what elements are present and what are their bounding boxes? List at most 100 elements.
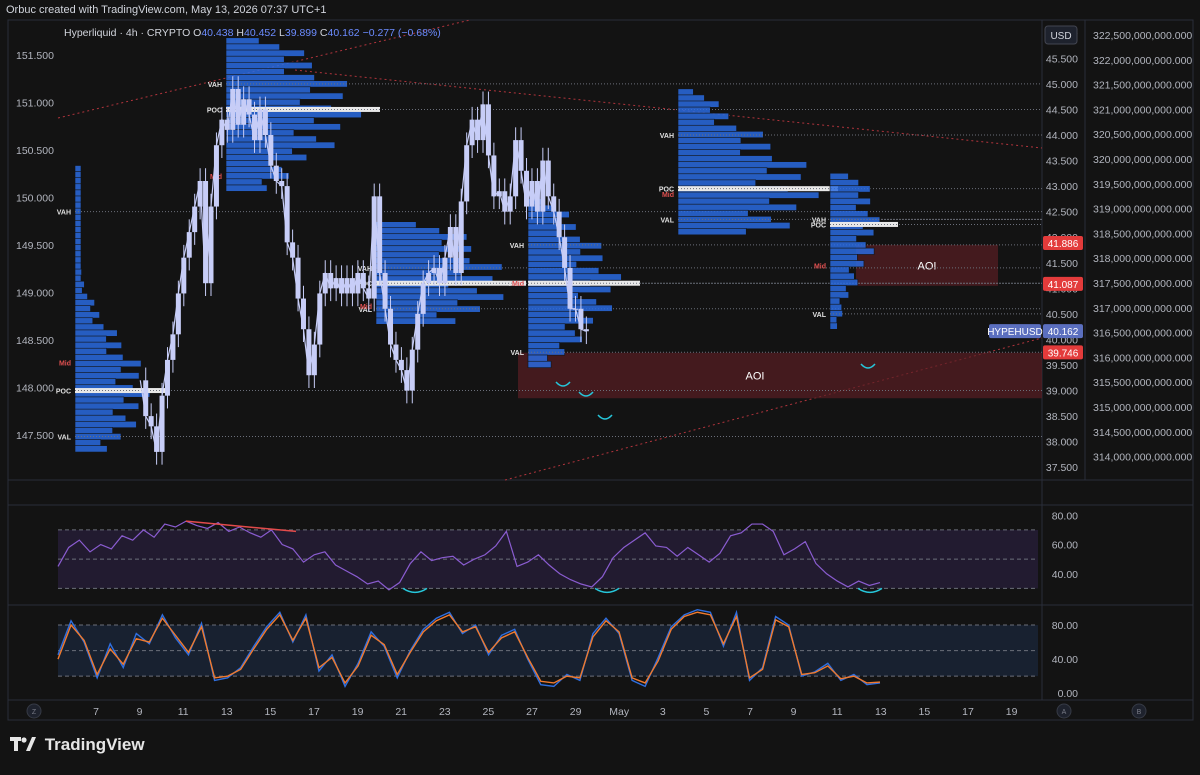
attribution-text: Orbuc created with TradingView.com, May … (6, 4, 327, 16)
far-axis-tick: 321,000,000,000.000 (1093, 104, 1192, 116)
val-tag: VAL (813, 312, 827, 319)
volume-profile-bar (74, 360, 142, 368)
axis-nav-label: A (1062, 709, 1067, 716)
candle-body (311, 344, 317, 376)
far-axis-tick: 316,500,000,000.000 (1093, 328, 1192, 340)
chart-root: AOI AOI VAH POC VAL Mid VAH POC Mid VAH POC VAL Mid V… (0, 0, 1200, 770)
poc-tag: POC (811, 222, 826, 229)
inner-axis-tick: 151.500 (16, 50, 54, 62)
time-tick: 25 (483, 706, 495, 718)
far-axis-tick: 314,000,000,000.000 (1093, 452, 1192, 464)
aoi-zone (518, 352, 1042, 399)
volume-profile-bar (677, 203, 797, 211)
volume-profile-bar (829, 185, 871, 193)
candle-body (246, 99, 252, 115)
volume-profile-bar (375, 299, 458, 307)
mid-tag: Mid (814, 263, 826, 270)
volume-profile-bar (74, 256, 82, 264)
volume-profile: VAHPOCMid (207, 37, 1042, 192)
inner-axis-tick: 150.500 (16, 145, 54, 157)
volume-profile-bar (74, 335, 107, 343)
candle-body (393, 344, 399, 360)
volume-profile-bar (677, 155, 773, 163)
stoch-tick: 80.00 (1052, 620, 1078, 632)
volume-profile-bar (829, 247, 875, 255)
axis-nav-label: B (1137, 709, 1142, 716)
inner-axis-tick: 148.000 (16, 383, 54, 395)
candle-body (567, 267, 573, 309)
candle-body (507, 196, 513, 212)
inner-axis-tick: 147.500 (16, 430, 54, 442)
far-axis-tick: 319,500,000,000.000 (1093, 179, 1192, 191)
inner-axis-tick: 149.500 (16, 240, 54, 252)
volume-profile-bar (74, 177, 82, 185)
chart-canvas[interactable]: AOI AOI VAH POC VAL Mid VAH POC Mid VAH POC VAL Mid V… (0, 0, 1200, 770)
volume-profile-bar (74, 305, 91, 313)
volume-profile-bar (74, 213, 82, 221)
brand-name: TradingView (44, 735, 145, 754)
volume-profile-bar (74, 408, 114, 416)
volume-profile-bar (829, 297, 841, 305)
candle-body (148, 416, 154, 427)
volume-profile-bar (527, 267, 600, 275)
volume-profile-bar (74, 329, 118, 337)
price-badge-label: 41.886 (1048, 239, 1079, 250)
tradingview-logo-icon (10, 736, 36, 751)
time-tick: 5 (703, 706, 709, 718)
tradingview-brand: TradingView (10, 735, 145, 755)
time-tick: 29 (570, 706, 582, 718)
rsi-tick: 80.00 (1052, 510, 1078, 522)
volume-profile-bar (527, 248, 581, 256)
currency-button-label[interactable]: USD (1050, 31, 1071, 42)
inner-axis-tick: 150.000 (16, 193, 54, 205)
far-axis-tick: 318,500,000,000.000 (1093, 228, 1192, 240)
volume-profile-bar (829, 229, 875, 237)
volume-profile-bar (527, 317, 594, 325)
volume-profile-bar (74, 414, 127, 422)
candle-body (469, 119, 475, 146)
volume-profile-bar (829, 172, 849, 180)
mid-tag: Mid (59, 360, 71, 367)
volume-profile-bar (74, 427, 113, 435)
volume-profile-bar (74, 287, 83, 295)
candle-body (295, 257, 301, 299)
time-tick: 23 (439, 706, 451, 718)
volume-profile-bar (829, 285, 847, 293)
volume-profile-bar (74, 268, 82, 276)
volume-profile-bar (74, 323, 105, 331)
far-axis-tick: 314,500,000,000.000 (1093, 427, 1192, 439)
poc-bar (75, 388, 168, 394)
volume-profile-bar (527, 342, 560, 350)
far-axis-tick: 317,000,000,000.000 (1093, 303, 1192, 315)
time-tick: 3 (660, 706, 666, 718)
volume-profile-bar (527, 335, 583, 343)
candle-body (208, 206, 214, 284)
volume-profile-bar (677, 149, 741, 157)
volume-profile-bar (527, 310, 581, 318)
candle-body (426, 273, 432, 284)
symbol-badge-label: HYPEHUSD (987, 327, 1043, 338)
volume-profile-bar (74, 311, 100, 319)
rsi-tick: 60.00 (1052, 540, 1078, 552)
volume-profile-bar (225, 68, 285, 76)
price-tick: 43.000 (1046, 181, 1078, 193)
volume-profile-bar (74, 341, 122, 349)
far-axis-tick: 322,000,000,000.000 (1093, 55, 1192, 67)
candle-body (398, 359, 404, 371)
volume-profile-bar (677, 106, 711, 114)
time-tick: 15 (265, 706, 277, 718)
candle-body (415, 313, 421, 350)
candle-body (257, 109, 263, 141)
candle-body (300, 298, 306, 330)
aoi-label: AOI (746, 370, 765, 382)
candle-body (203, 181, 209, 284)
volume-profile-bar (677, 191, 820, 199)
volume-profile-bar (74, 220, 82, 228)
volume-profile-bar (527, 235, 581, 243)
volume-profile-bar (225, 141, 336, 149)
candle-body (464, 145, 470, 202)
volume-profile-bar (74, 280, 85, 288)
volume-profile-bar (677, 215, 772, 223)
volume-profile-bar (375, 233, 468, 241)
time-tick: 9 (791, 706, 797, 718)
